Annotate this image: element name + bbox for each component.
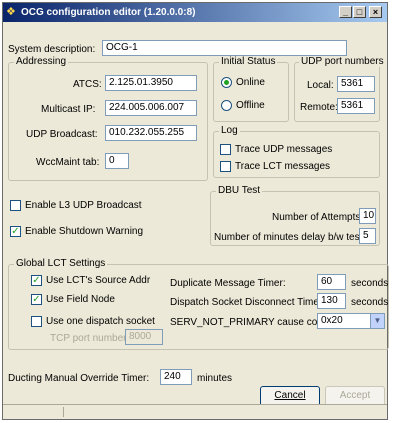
udp-broadcast-input[interactable]: 010.232.055.255 bbox=[105, 125, 197, 141]
addressing-legend: Addressing bbox=[14, 56, 69, 67]
trace-udp-checkbox[interactable] bbox=[220, 144, 231, 155]
delay-input[interactable]: 5 bbox=[359, 228, 376, 244]
window-title: OCG configuration editor (1.20.0.0:8) bbox=[21, 7, 196, 18]
dup-timer-label: Duplicate Message Timer: bbox=[170, 278, 286, 289]
udp-broadcast-label: UDP Broadcast: bbox=[26, 129, 98, 140]
wccmaint-tab-input[interactable]: 0 bbox=[105, 153, 129, 169]
initial-status-legend: Initial Status bbox=[219, 56, 278, 67]
chevron-down-icon[interactable]: ▼ bbox=[370, 314, 384, 328]
use-source-addr-label[interactable]: Use LCT's Source Addr bbox=[46, 275, 150, 287]
enable-shutdown-label[interactable]: Enable Shutdown Warning bbox=[25, 226, 143, 238]
atcs-input[interactable]: 2.125.01.3950 bbox=[105, 75, 197, 91]
atcs-label: ATCS: bbox=[73, 79, 102, 90]
serv-not-primary-label: SERV_NOT_PRIMARY cause code: bbox=[170, 317, 332, 328]
accept-button[interactable]: Accept bbox=[325, 386, 385, 406]
system-description-input[interactable]: OCG-1 bbox=[102, 40, 347, 56]
trace-udp-label[interactable]: Trace UDP messages bbox=[235, 144, 332, 156]
multicast-ip-input[interactable]: 224.005.006.007 bbox=[105, 100, 197, 116]
accept-button-label: Accept bbox=[339, 390, 371, 401]
trace-lct-label[interactable]: Trace LCT messages bbox=[235, 161, 330, 173]
remote-port-input[interactable]: 5361 bbox=[337, 98, 375, 114]
serv-not-primary-select[interactable]: 0x20 ▼ bbox=[317, 313, 385, 329]
use-one-socket-label[interactable]: Use one dispatch socket bbox=[46, 316, 155, 328]
use-field-node-checkbox[interactable]: ✓ bbox=[31, 294, 42, 305]
log-legend: Log bbox=[219, 125, 240, 136]
enable-shutdown-checkbox[interactable]: ✓ bbox=[10, 226, 21, 237]
trace-lct-checkbox[interactable] bbox=[220, 161, 231, 172]
remote-port-label: Remote: bbox=[300, 102, 338, 113]
serv-not-primary-value: 0x20 bbox=[321, 315, 343, 326]
enable-l3-label[interactable]: Enable L3 UDP Broadcast bbox=[25, 200, 142, 212]
wccmaint-tab-label: WccMaint tab: bbox=[36, 157, 100, 168]
use-field-node-label[interactable]: Use Field Node bbox=[46, 294, 115, 306]
disconnect-time-label: Dispatch Socket Disconnect Time: bbox=[170, 297, 322, 308]
dbu-test-legend: DBU Test bbox=[216, 185, 263, 196]
disconnect-time-input[interactable]: 130 bbox=[317, 293, 346, 309]
ducting-timer-unit: minutes bbox=[197, 373, 233, 384]
close-icon: × bbox=[372, 7, 379, 17]
dup-timer-unit: seconds bbox=[351, 278, 389, 289]
radio-selected-dot bbox=[224, 80, 229, 85]
local-port-input[interactable]: 5361 bbox=[337, 76, 375, 92]
offline-radio[interactable] bbox=[221, 100, 232, 111]
app-icon: ❖ bbox=[6, 6, 16, 18]
system-description-label: System description: bbox=[8, 44, 96, 55]
disconnect-time-unit: seconds bbox=[351, 297, 389, 308]
dup-timer-input[interactable]: 60 bbox=[317, 274, 346, 290]
initial-status-group bbox=[213, 62, 289, 122]
ducting-timer-label: Ducting Manual Override Timer: bbox=[8, 373, 150, 384]
maximize-icon: □ bbox=[356, 7, 363, 17]
config-editor-window: ❖ OCG configuration editor (1.20.0.0:8) … bbox=[2, 2, 389, 420]
use-one-socket-checkbox[interactable] bbox=[31, 316, 42, 327]
udp-ports-legend: UDP port numbers bbox=[299, 56, 386, 67]
delay-label: Number of minutes delay b/w tests: bbox=[214, 232, 371, 243]
attempts-label: Number of Attempts: bbox=[272, 212, 364, 223]
minimize-button[interactable]: _ bbox=[339, 6, 352, 18]
use-source-addr-checkbox[interactable]: ✓ bbox=[31, 275, 42, 286]
offline-radio-label[interactable]: Offline bbox=[236, 100, 265, 112]
attempts-input[interactable]: 10 bbox=[359, 208, 376, 224]
title-bar[interactable]: ❖ OCG configuration editor (1.20.0.0:8) … bbox=[3, 3, 387, 22]
close-button[interactable]: × bbox=[369, 6, 382, 18]
minimize-icon: _ bbox=[342, 7, 348, 17]
status-bar bbox=[3, 404, 387, 419]
cancel-button-label: Cancel bbox=[274, 390, 306, 401]
online-radio[interactable] bbox=[221, 77, 232, 88]
global-lct-legend: Global LCT Settings bbox=[14, 258, 108, 269]
status-bar-divider bbox=[63, 407, 64, 417]
online-radio-label[interactable]: Online bbox=[236, 77, 265, 89]
cancel-button[interactable]: Cancel bbox=[260, 386, 320, 406]
tcp-port-label: TCP port number: bbox=[50, 333, 130, 344]
local-port-label: Local: bbox=[307, 80, 334, 91]
tcp-port-input[interactable]: 8000 bbox=[125, 329, 163, 345]
multicast-ip-label: Multicast IP: bbox=[41, 104, 96, 115]
enable-l3-checkbox[interactable] bbox=[10, 200, 21, 211]
maximize-button[interactable]: □ bbox=[353, 6, 366, 18]
ducting-timer-input[interactable]: 240 bbox=[160, 369, 192, 385]
